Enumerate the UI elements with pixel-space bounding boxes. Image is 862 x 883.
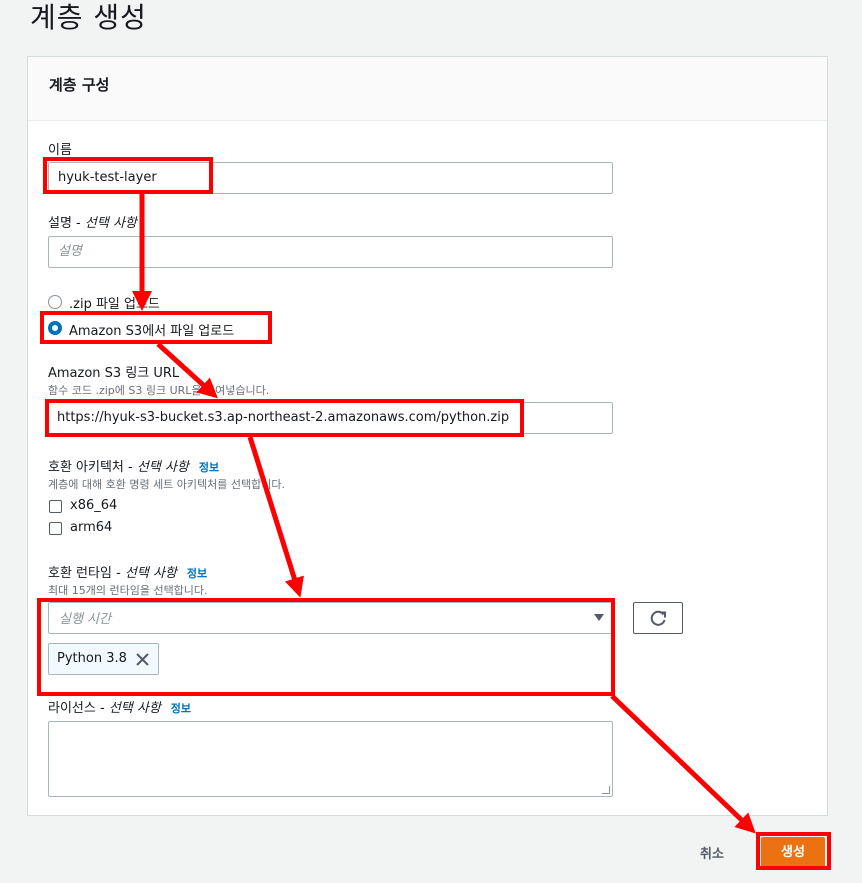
zip-upload-label[interactable]: .zip 파일 업로드 (69, 293, 160, 312)
create-button[interactable]: 생성 (761, 837, 825, 868)
close-icon[interactable] (135, 652, 150, 667)
cancel-button[interactable]: 취소 (700, 843, 724, 862)
arch-label: 호환 아키텍처 - 선택 사항 정보 (48, 460, 220, 475)
description-label: 설명 - 선택 사항 (48, 216, 137, 231)
runtime-info-link[interactable]: 정보 (187, 567, 207, 580)
refresh-icon (650, 610, 666, 626)
description-input[interactable]: 설명 (48, 236, 613, 268)
license-info-link[interactable]: 정보 (171, 702, 191, 715)
name-input[interactable]: hyuk-test-layer (48, 162, 613, 194)
resize-handle-icon[interactable] (602, 786, 610, 794)
page-title: 계층 생성 (30, 1, 147, 34)
runtime-token-label: Python 3.8 (57, 651, 127, 666)
refresh-button[interactable] (633, 602, 683, 634)
license-textarea[interactable] (48, 721, 613, 797)
license-label: 라이선스 - 선택 사항 정보 (48, 701, 192, 716)
caret-down-icon (594, 614, 604, 621)
name-label: 이름 (48, 143, 72, 158)
panel-header: 계층 구성 (28, 57, 827, 121)
s3-upload-label[interactable]: Amazon S3에서 파일 업로드 (69, 320, 234, 339)
s3-upload-radio[interactable] (48, 321, 62, 335)
runtime-token: Python 3.8 (48, 643, 159, 675)
runtime-hint: 최대 15개의 런타임을 선택합니다. (48, 584, 208, 597)
zip-upload-radio[interactable] (48, 295, 62, 309)
panel-title: 계층 구성 (49, 76, 110, 94)
runtime-select[interactable]: 실행 시간 (48, 602, 613, 634)
arch-info-link[interactable]: 정보 (199, 461, 219, 474)
s3-url-input[interactable]: https://hyuk-s3-bucket.s3.ap-northeast-2… (48, 402, 613, 434)
s3-url-label: Amazon S3 링크 URL (48, 366, 180, 381)
runtime-label: 호환 런타임 - 선택 사항 정보 (48, 566, 208, 581)
runtime-placeholder: 실행 시간 (59, 612, 111, 627)
x86-64-label[interactable]: x86_64 (70, 498, 117, 513)
x86-64-checkbox[interactable] (49, 500, 62, 513)
s3-url-hint: 함수 코드 .zip에 S3 링크 URL을 붙여넣습니다. (48, 384, 270, 397)
arch-hint: 계층에 대해 호환 명령 세트 아키텍처를 선택합니다. (48, 478, 285, 491)
arm64-label[interactable]: arm64 (70, 520, 112, 535)
arm64-checkbox[interactable] (49, 522, 62, 535)
